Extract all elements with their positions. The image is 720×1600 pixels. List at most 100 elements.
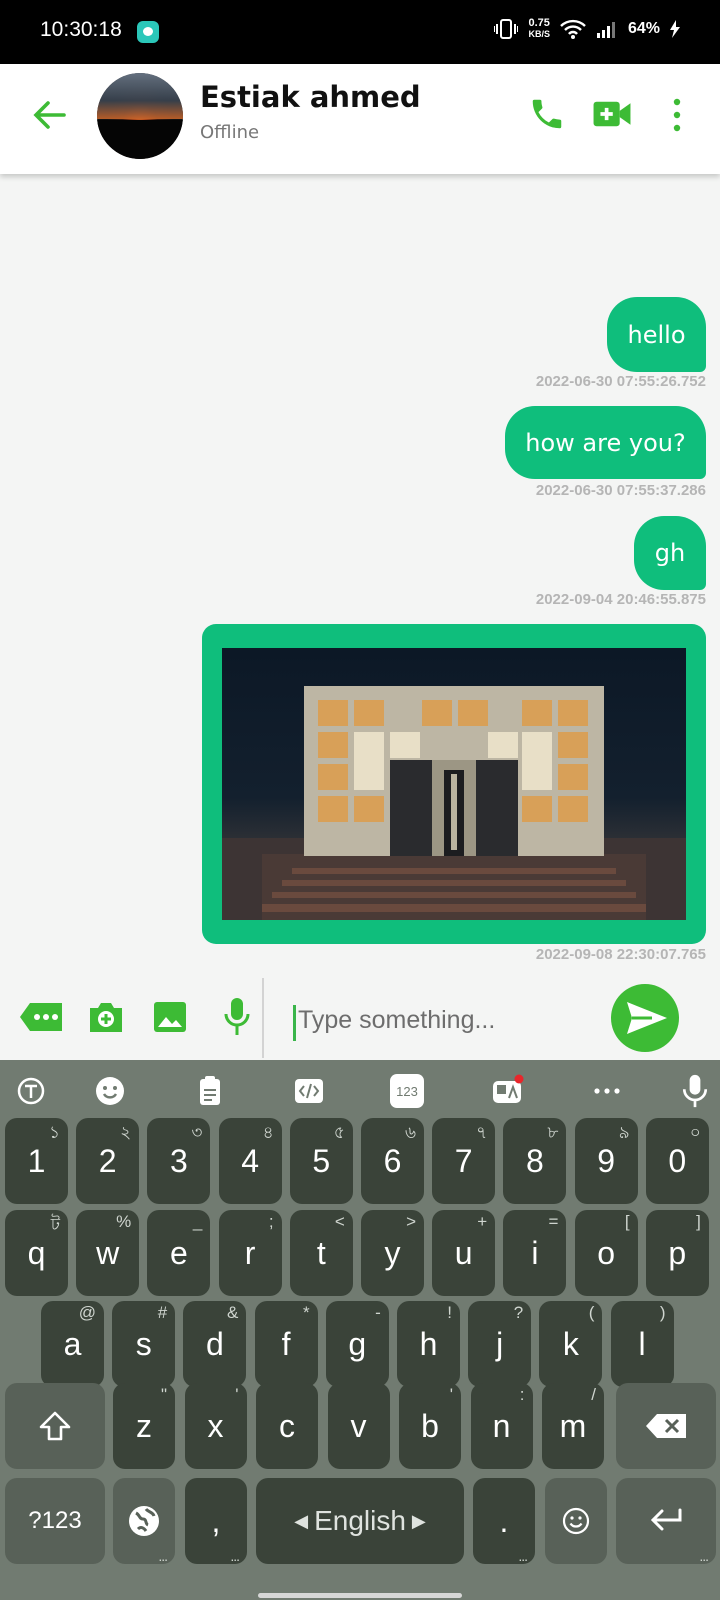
key-label: b xyxy=(421,1407,439,1444)
key-1[interactable]: 1১ xyxy=(5,1118,68,1204)
key-f[interactable]: f * xyxy=(254,1301,318,1387)
key-c[interactable]: c xyxy=(256,1383,318,1469)
contact-avatar[interactable] xyxy=(97,73,183,159)
key-u[interactable]: u + xyxy=(432,1210,496,1296)
key-4[interactable]: 4৪ xyxy=(218,1118,282,1204)
key-hint: [ xyxy=(624,1212,630,1231)
key-hint: & xyxy=(227,1303,239,1322)
key-r[interactable]: r; xyxy=(218,1210,282,1296)
key-t[interactable]: t < xyxy=(289,1210,353,1296)
key-6[interactable]: 6৬ xyxy=(361,1118,424,1204)
back-arrow-icon[interactable] xyxy=(28,94,70,136)
message-timestamp: 2022-09-08 22:30:07.765 xyxy=(535,946,706,963)
key-hint: ৫ xyxy=(333,1123,345,1142)
language-key[interactable]: ... xyxy=(113,1478,175,1564)
key-y[interactable]: y > xyxy=(361,1210,424,1296)
period-key-label: . xyxy=(499,1502,509,1539)
key-o[interactable]: o[ xyxy=(574,1210,638,1296)
enter-key[interactable]: ... xyxy=(616,1478,716,1564)
key-label: 2 xyxy=(98,1142,117,1179)
key-label: t xyxy=(316,1234,326,1271)
shift-icon xyxy=(39,1411,71,1441)
symbols-key[interactable]: ?123 xyxy=(5,1478,105,1564)
enter-icon xyxy=(650,1508,682,1531)
space-next-arrow: ▶ xyxy=(411,1510,426,1531)
clipboard-icon[interactable] xyxy=(193,1074,227,1108)
video-call-icon[interactable] xyxy=(592,95,632,133)
key-m[interactable]: m / xyxy=(542,1383,604,1469)
message-bubble[interactable]: how are you? xyxy=(505,406,706,479)
key-b[interactable]: b ' xyxy=(399,1383,461,1469)
number-pad-icon[interactable]: 123 xyxy=(390,1074,424,1108)
key-p[interactable]: p] xyxy=(645,1210,709,1296)
voice-input-icon[interactable] xyxy=(678,1074,712,1108)
composer-divider xyxy=(262,978,264,1058)
key-more-dots: ... xyxy=(158,1548,168,1564)
key-e[interactable]: e _ xyxy=(147,1210,211,1296)
key-hint: > xyxy=(406,1212,416,1231)
text-edit-icon[interactable] xyxy=(292,1074,326,1108)
more-vertical-icon[interactable] xyxy=(665,96,689,134)
message-input[interactable] xyxy=(292,995,592,1045)
key-q[interactable]: qট xyxy=(5,1210,68,1296)
key-j[interactable]: j? xyxy=(468,1301,532,1387)
key-d[interactable]: d & xyxy=(183,1301,247,1387)
contact-name: Estiak ahmed xyxy=(200,80,421,114)
key-l[interactable]: l) xyxy=(610,1301,674,1387)
message-bubble[interactable]: gh xyxy=(634,516,706,590)
key-9[interactable]: 9৯ xyxy=(574,1118,638,1204)
message-bubble[interactable]: hello xyxy=(607,297,706,372)
emoji-key[interactable] xyxy=(545,1478,607,1564)
key-label: k xyxy=(562,1325,579,1362)
period-key[interactable]: .... xyxy=(473,1478,535,1564)
key-z[interactable]: z " xyxy=(113,1383,175,1469)
key-label: f xyxy=(281,1325,291,1362)
key-g[interactable]: g- xyxy=(325,1301,389,1387)
key-i[interactable]: i = xyxy=(503,1210,567,1296)
symbols-key-label: ?123 xyxy=(28,1507,82,1534)
key-3[interactable]: 3৩ xyxy=(147,1118,211,1204)
shift-key[interactable] xyxy=(5,1383,105,1469)
network-speed: 0.75 KB/S xyxy=(528,18,550,40)
key-2[interactable]: 2২ xyxy=(76,1118,140,1204)
phone-call-icon[interactable] xyxy=(528,95,566,133)
key-label: 1 xyxy=(27,1142,46,1179)
microphone-icon[interactable] xyxy=(223,997,251,1037)
key-hint: / xyxy=(591,1385,596,1404)
emoji-icon[interactable] xyxy=(93,1074,127,1108)
key-k[interactable]: k( xyxy=(539,1301,603,1387)
key-0[interactable]: 0০ xyxy=(645,1118,709,1204)
translate-icon[interactable] xyxy=(490,1074,524,1108)
backspace-key[interactable] xyxy=(616,1383,716,1469)
more-icon[interactable] xyxy=(590,1074,624,1108)
key-hint: " xyxy=(160,1385,167,1404)
more-options-icon[interactable] xyxy=(20,997,62,1037)
backspace-icon xyxy=(646,1414,686,1438)
key-s[interactable]: s # xyxy=(112,1301,176,1387)
key-n[interactable]: n: xyxy=(470,1383,533,1469)
key-v[interactable]: v xyxy=(327,1383,390,1469)
space-prev-arrow: ◀ xyxy=(294,1510,309,1531)
key-label: j xyxy=(496,1325,504,1362)
key-w[interactable]: w% xyxy=(76,1210,140,1296)
key-5[interactable]: 5৫ xyxy=(289,1118,353,1204)
key-hint: ' xyxy=(449,1385,453,1404)
space-key[interactable]: ◀ English ▶ xyxy=(256,1478,464,1564)
key-8[interactable]: 8৮ xyxy=(503,1118,567,1204)
status-bar: 10:30:18 0.75 KB/S 64% xyxy=(0,0,720,64)
camera-icon[interactable] xyxy=(88,997,124,1037)
key-a[interactable]: a @ xyxy=(41,1301,104,1387)
key-hint: ! xyxy=(447,1303,452,1322)
send-button[interactable] xyxy=(611,984,679,1052)
wifi-icon xyxy=(560,19,586,39)
key-label: a xyxy=(63,1325,82,1362)
gallery-icon[interactable] xyxy=(153,997,187,1037)
monument-photo[interactable] xyxy=(222,648,686,920)
image-message-bubble[interactable] xyxy=(202,624,706,944)
key-7[interactable]: 7৭ xyxy=(432,1118,496,1204)
key-h[interactable]: h! xyxy=(397,1301,460,1387)
text-correction-icon[interactable] xyxy=(14,1074,48,1108)
key-hint: - xyxy=(375,1303,381,1322)
key-x[interactable]: x ' xyxy=(184,1383,247,1469)
comma-key[interactable]: ,... xyxy=(185,1478,247,1564)
